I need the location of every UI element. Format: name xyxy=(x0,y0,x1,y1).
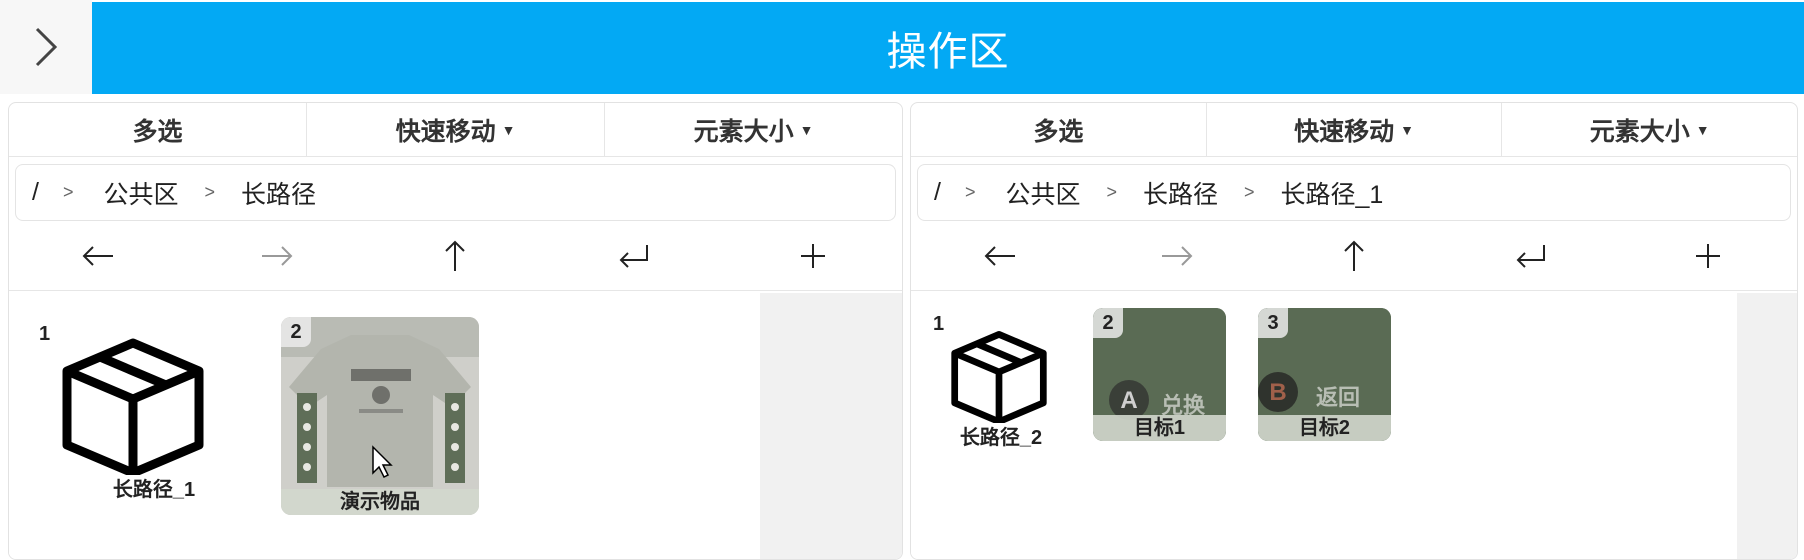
breadcrumb-item[interactable]: 公共区 xyxy=(103,175,178,211)
left-panel: 多选 快速移动 ▼ 元素大小 ▼ / > 公共区 > 长路径 1 长路径_1 2… xyxy=(8,102,903,560)
back-button[interactable] xyxy=(9,221,188,290)
up-arrow-icon xyxy=(445,240,466,271)
image-item[interactable]: B 返回 3 目标2 xyxy=(1258,308,1391,441)
forward-arrow-icon xyxy=(261,245,293,266)
caret-down-icon: ▼ xyxy=(1400,121,1414,138)
breadcrumb: / > 公共区 > 长路径 > 长路径_1 xyxy=(917,164,1791,221)
folder-item[interactable]: 1 长路径_1 xyxy=(39,323,209,501)
caret-down-icon: ▼ xyxy=(501,121,516,138)
panel-toolbar: 多选 快速移动 ▼ 元素大小 ▼ xyxy=(9,103,902,157)
breadcrumb-item[interactable]: 长路径 xyxy=(1143,175,1218,211)
up-arrow-icon xyxy=(1344,240,1364,271)
quick-move-dropdown[interactable]: 快速移动 ▼ xyxy=(307,103,605,156)
multi-select-label: 多选 xyxy=(1033,117,1084,146)
shirt-image xyxy=(281,317,479,515)
right-panel: 多选 快速移动 ▼ 元素大小 ▼ / > 公共区 > 长路径 > 长路径_1 1… xyxy=(910,102,1798,560)
quick-move-label: 快速移动 xyxy=(395,117,496,146)
panel-toolbar: 多选 快速移动 ▼ 元素大小 ▼ xyxy=(911,103,1797,157)
enter-button[interactable] xyxy=(1443,221,1620,290)
enter-button[interactable] xyxy=(545,221,724,290)
back-button[interactable] xyxy=(911,221,1088,290)
up-button[interactable] xyxy=(1265,221,1442,290)
navigation-bar xyxy=(911,221,1797,291)
image-item[interactable]: 2 演示物品 xyxy=(281,317,479,515)
image-item[interactable]: A 兑换 2 目标1 xyxy=(1093,308,1226,441)
up-button[interactable] xyxy=(366,221,545,290)
breadcrumb-separator-icon: > xyxy=(1244,182,1255,202)
item-number: 2 xyxy=(281,317,311,347)
button-text: 返回 xyxy=(1316,385,1361,410)
box-icon xyxy=(62,338,204,475)
element-size-dropdown[interactable]: 元素大小 ▼ xyxy=(1502,103,1797,156)
item-grid: 1 长路径_2 A 兑换 2 目标1 B 返回 3 目标2 xyxy=(911,293,1797,559)
breadcrumb-root[interactable]: / xyxy=(934,178,941,207)
caret-down-icon: ▼ xyxy=(1695,121,1710,138)
element-size-label: 元素大小 xyxy=(693,117,794,146)
item-number: 1 xyxy=(933,313,945,335)
element-size-dropdown[interactable]: 元素大小 ▼ xyxy=(605,103,902,156)
enter-icon xyxy=(619,244,649,268)
item-label: 演示物品 xyxy=(281,489,479,515)
item-label: 目标2 xyxy=(1258,415,1391,441)
breadcrumb-separator-icon: > xyxy=(1106,182,1117,202)
breadcrumb: / > 公共区 > 长路径 xyxy=(15,164,896,221)
quick-move-label: 快速移动 xyxy=(1294,117,1395,146)
button-letter: A xyxy=(1120,387,1138,414)
caret-down-icon: ▼ xyxy=(799,121,814,138)
header-bar: 操作区 xyxy=(92,2,1804,94)
page-title: 操作区 xyxy=(886,30,1010,74)
item-number: 2 xyxy=(1093,308,1123,338)
box-icon xyxy=(951,331,1047,423)
breadcrumb-item[interactable]: 长路径_1 xyxy=(1281,175,1384,211)
forward-arrow-icon xyxy=(1161,245,1193,266)
item-number: 1 xyxy=(39,323,51,345)
scroll-gutter xyxy=(1737,293,1797,559)
multi-select-label: 多选 xyxy=(132,117,183,146)
item-label: 长路径_2 xyxy=(959,427,1043,449)
element-size-label: 元素大小 xyxy=(1589,117,1690,146)
back-arrow-icon xyxy=(984,245,1015,266)
item-label: 目标1 xyxy=(1093,415,1226,441)
enter-icon xyxy=(1516,244,1546,268)
add-button[interactable] xyxy=(723,221,902,290)
add-button[interactable] xyxy=(1620,221,1797,290)
scroll-gutter xyxy=(760,293,902,559)
back-arrow-icon xyxy=(82,245,114,266)
item-number: 3 xyxy=(1258,308,1288,338)
quick-move-dropdown[interactable]: 快速移动 ▼ xyxy=(1207,103,1503,156)
breadcrumb-separator-icon: > xyxy=(964,182,976,202)
multi-select-button[interactable]: 多选 xyxy=(911,103,1207,156)
breadcrumb-separator-icon: > xyxy=(62,182,74,202)
breadcrumb-separator-icon: > xyxy=(204,182,215,202)
forward-button[interactable] xyxy=(188,221,367,290)
breadcrumb-item[interactable]: 长路径 xyxy=(241,175,316,211)
add-icon xyxy=(800,243,825,268)
item-grid: 1 长路径_1 2 演示物品 xyxy=(9,293,902,559)
navigation-bar xyxy=(9,221,902,291)
breadcrumb-item[interactable]: 公共区 xyxy=(1005,175,1080,211)
sidebar-toggle-button[interactable] xyxy=(0,0,92,94)
add-icon xyxy=(1696,243,1721,268)
button-letter: B xyxy=(1269,379,1287,406)
multi-select-button[interactable]: 多选 xyxy=(9,103,307,156)
chevron-right-icon xyxy=(35,27,58,67)
folder-item[interactable]: 1 长路径_2 xyxy=(933,313,1063,449)
forward-button[interactable] xyxy=(1088,221,1265,290)
item-label: 长路径_1 xyxy=(112,479,196,501)
breadcrumb-root[interactable]: / xyxy=(32,178,39,207)
